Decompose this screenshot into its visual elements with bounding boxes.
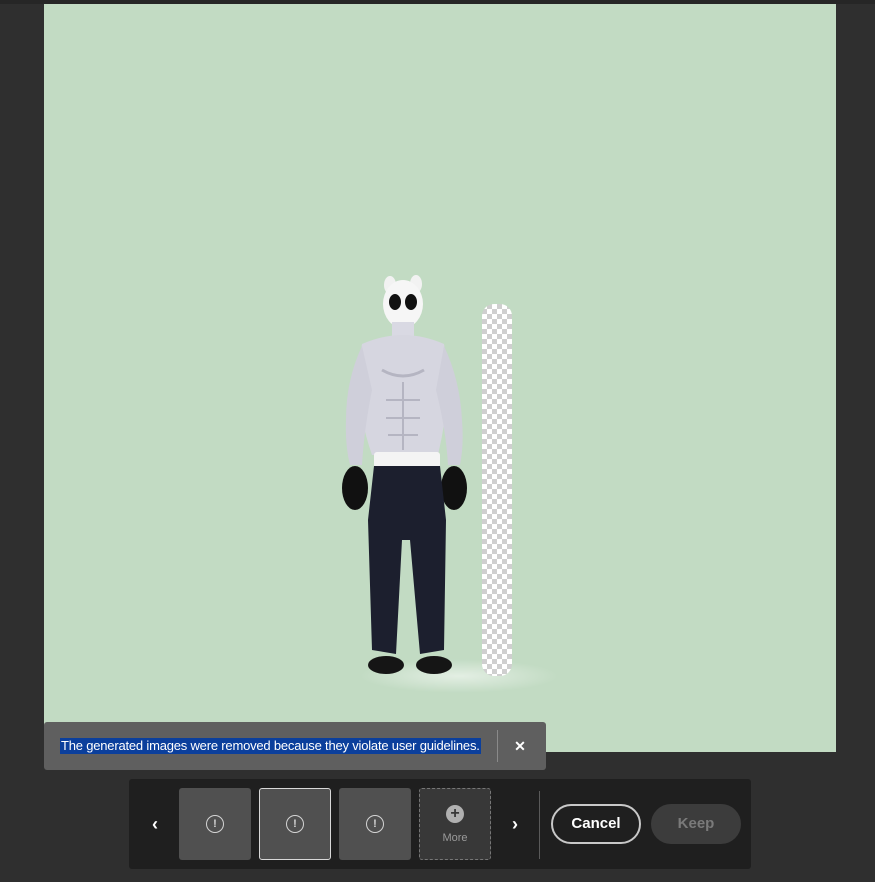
- warning-icon: !: [206, 815, 224, 833]
- keep-button[interactable]: Keep: [651, 804, 741, 844]
- chevron-left-icon[interactable]: ‹: [145, 812, 165, 836]
- warning-icon: !: [366, 815, 384, 833]
- variation-thumbnail-1[interactable]: !: [179, 788, 251, 860]
- image-canvas[interactable]: [44, 4, 836, 752]
- variation-thumbnail-2[interactable]: !: [259, 788, 331, 860]
- generated-figure-image: [342, 275, 467, 674]
- more-variations-button[interactable]: + More: [419, 788, 491, 860]
- plus-circle-icon: +: [446, 805, 464, 823]
- bar-divider: [539, 791, 540, 859]
- warning-icon: !: [286, 815, 304, 833]
- chevron-right-icon[interactable]: ›: [505, 812, 525, 836]
- toast-message: The generated images were removed becaus…: [60, 738, 481, 754]
- notification-toast: The generated images were removed becaus…: [44, 722, 546, 770]
- more-label: More: [442, 832, 468, 844]
- close-icon[interactable]: ✕: [508, 734, 532, 758]
- cancel-button[interactable]: Cancel: [551, 804, 641, 844]
- variations-bar: ‹ ! ! ! + More › Cancel Keep: [129, 779, 751, 869]
- variation-thumbnail-3[interactable]: !: [339, 788, 411, 860]
- toast-divider: [497, 730, 498, 762]
